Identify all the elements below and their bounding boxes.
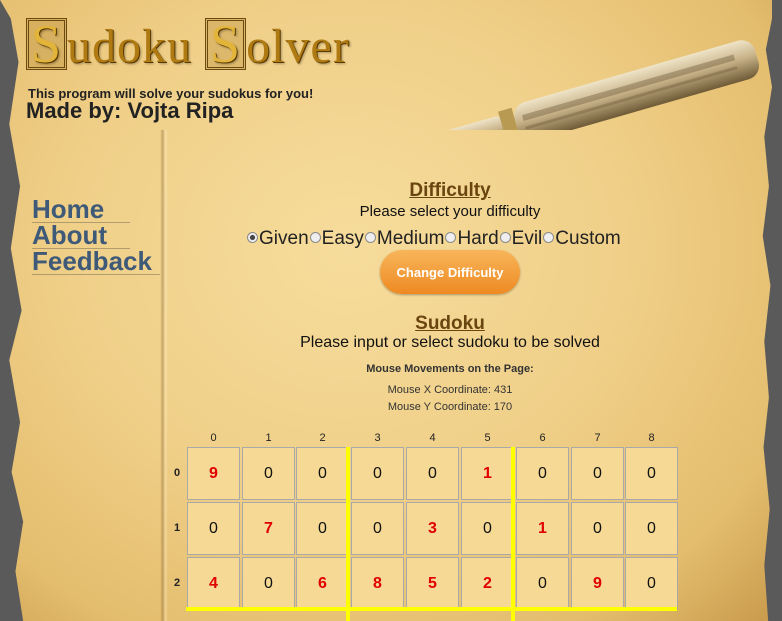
mouse-x-readout: Mouse X Coordinate: 431 [387,384,513,396]
sudoku-cell[interactable]: 0 [516,447,569,500]
sudoku-cell[interactable]: 1 [461,447,514,500]
nav-link-feedback[interactable]: Feedback [32,248,160,275]
radio-button[interactable] [445,232,457,244]
radio-label: Easy [321,228,364,249]
sudoku-cell[interactable]: 0 [242,557,295,610]
change-difficulty-button[interactable]: Change Difficulty [380,250,520,294]
sudoku-prompt: Please input or select sudoku to be solv… [300,334,600,351]
radio-button[interactable] [543,232,555,244]
sudoku-cell[interactable]: 0 [296,447,349,500]
sudoku-cell[interactable]: 0 [187,502,240,555]
radio-label: Medium [376,228,445,249]
row-header: 2 [174,577,181,589]
page-title: Sudoku Solver [26,17,350,74]
difficulty-radio-group: Given Easy Medium Hard Evil Custom [246,228,621,250]
column-header: 1 [265,432,272,444]
sudoku-cell[interactable]: 0 [571,502,624,555]
difficulty-heading: Difficulty [409,180,491,201]
column-header: 6 [539,432,546,444]
sudoku-cell[interactable]: 0 [351,447,404,500]
sudoku-cell[interactable]: 0 [516,557,569,610]
box-separator [346,447,350,621]
difficulty-option-easy[interactable]: Easy [309,228,364,250]
sudoku-cell[interactable]: 9 [187,447,240,500]
radio-label: Given [259,228,309,249]
radio-label: Evil [511,228,543,249]
sudoku-cell[interactable]: 1 [516,502,569,555]
sudoku-cell[interactable]: 9 [571,557,624,610]
sudoku-cell[interactable]: 0 [625,557,678,610]
fountain-pen-icon [435,40,759,130]
column-header: 3 [374,432,381,444]
radio-button[interactable] [364,232,376,244]
sudoku-cell[interactable]: 0 [571,447,624,500]
radio-button[interactable] [247,232,258,244]
sudoku-cell[interactable]: 5 [406,557,459,610]
difficulty-option-hard[interactable]: Hard [444,228,499,250]
difficulty-option-given[interactable]: Given [246,228,309,250]
sudoku-cell[interactable]: 0 [625,447,678,500]
difficulty-option-medium[interactable]: Medium [364,228,445,250]
sudoku-cell[interactable]: 4 [187,557,240,610]
title-first-capital: S [26,17,68,71]
mouse-movements-title: Mouse Movements on the Page: [366,363,534,375]
sudoku-cell[interactable]: 7 [242,502,295,555]
sudoku-cell[interactable]: 0 [242,447,295,500]
sudoku-cell[interactable]: 8 [351,557,404,610]
author-credit: Made by: Vojta Ripa [26,98,234,123]
sudoku-cell[interactable]: 0 [406,447,459,500]
radio-button[interactable] [499,232,511,244]
sudoku-cell[interactable]: 0 [351,502,404,555]
sudoku-cell[interactable]: 0 [461,502,514,555]
radio-button[interactable] [309,232,321,244]
column-header: 4 [429,432,436,444]
title-first-rest: udoku [67,20,206,73]
column-header: 2 [319,432,326,444]
main-nav: Home About Feedback [32,196,160,275]
column-header: 8 [648,432,655,444]
sudoku-heading: Sudoku [415,313,485,334]
mouse-y-readout: Mouse Y Coordinate: 170 [387,401,513,413]
radio-label: Hard [457,228,499,249]
row-header: 1 [174,522,181,534]
column-header: 5 [484,432,491,444]
sudoku-cell[interactable]: 0 [625,502,678,555]
box-separator [186,607,677,611]
sudoku-cell[interactable]: 6 [296,557,349,610]
radio-label: Custom [555,228,621,249]
difficulty-option-custom[interactable]: Custom [542,228,621,250]
page-fold [160,130,168,621]
box-separator [511,447,515,621]
row-header: 0 [174,467,181,479]
title-second-capital: S [205,17,247,71]
sudoku-cell[interactable]: 0 [296,502,349,555]
difficulty-prompt: Please select your difficulty [359,203,541,220]
sudoku-cell[interactable]: 3 [406,502,459,555]
column-header: 0 [210,432,217,444]
sudoku-cell[interactable]: 2 [461,557,514,610]
title-second-rest: olver [246,20,350,73]
column-header: 7 [594,432,601,444]
difficulty-option-evil[interactable]: Evil [499,228,543,250]
